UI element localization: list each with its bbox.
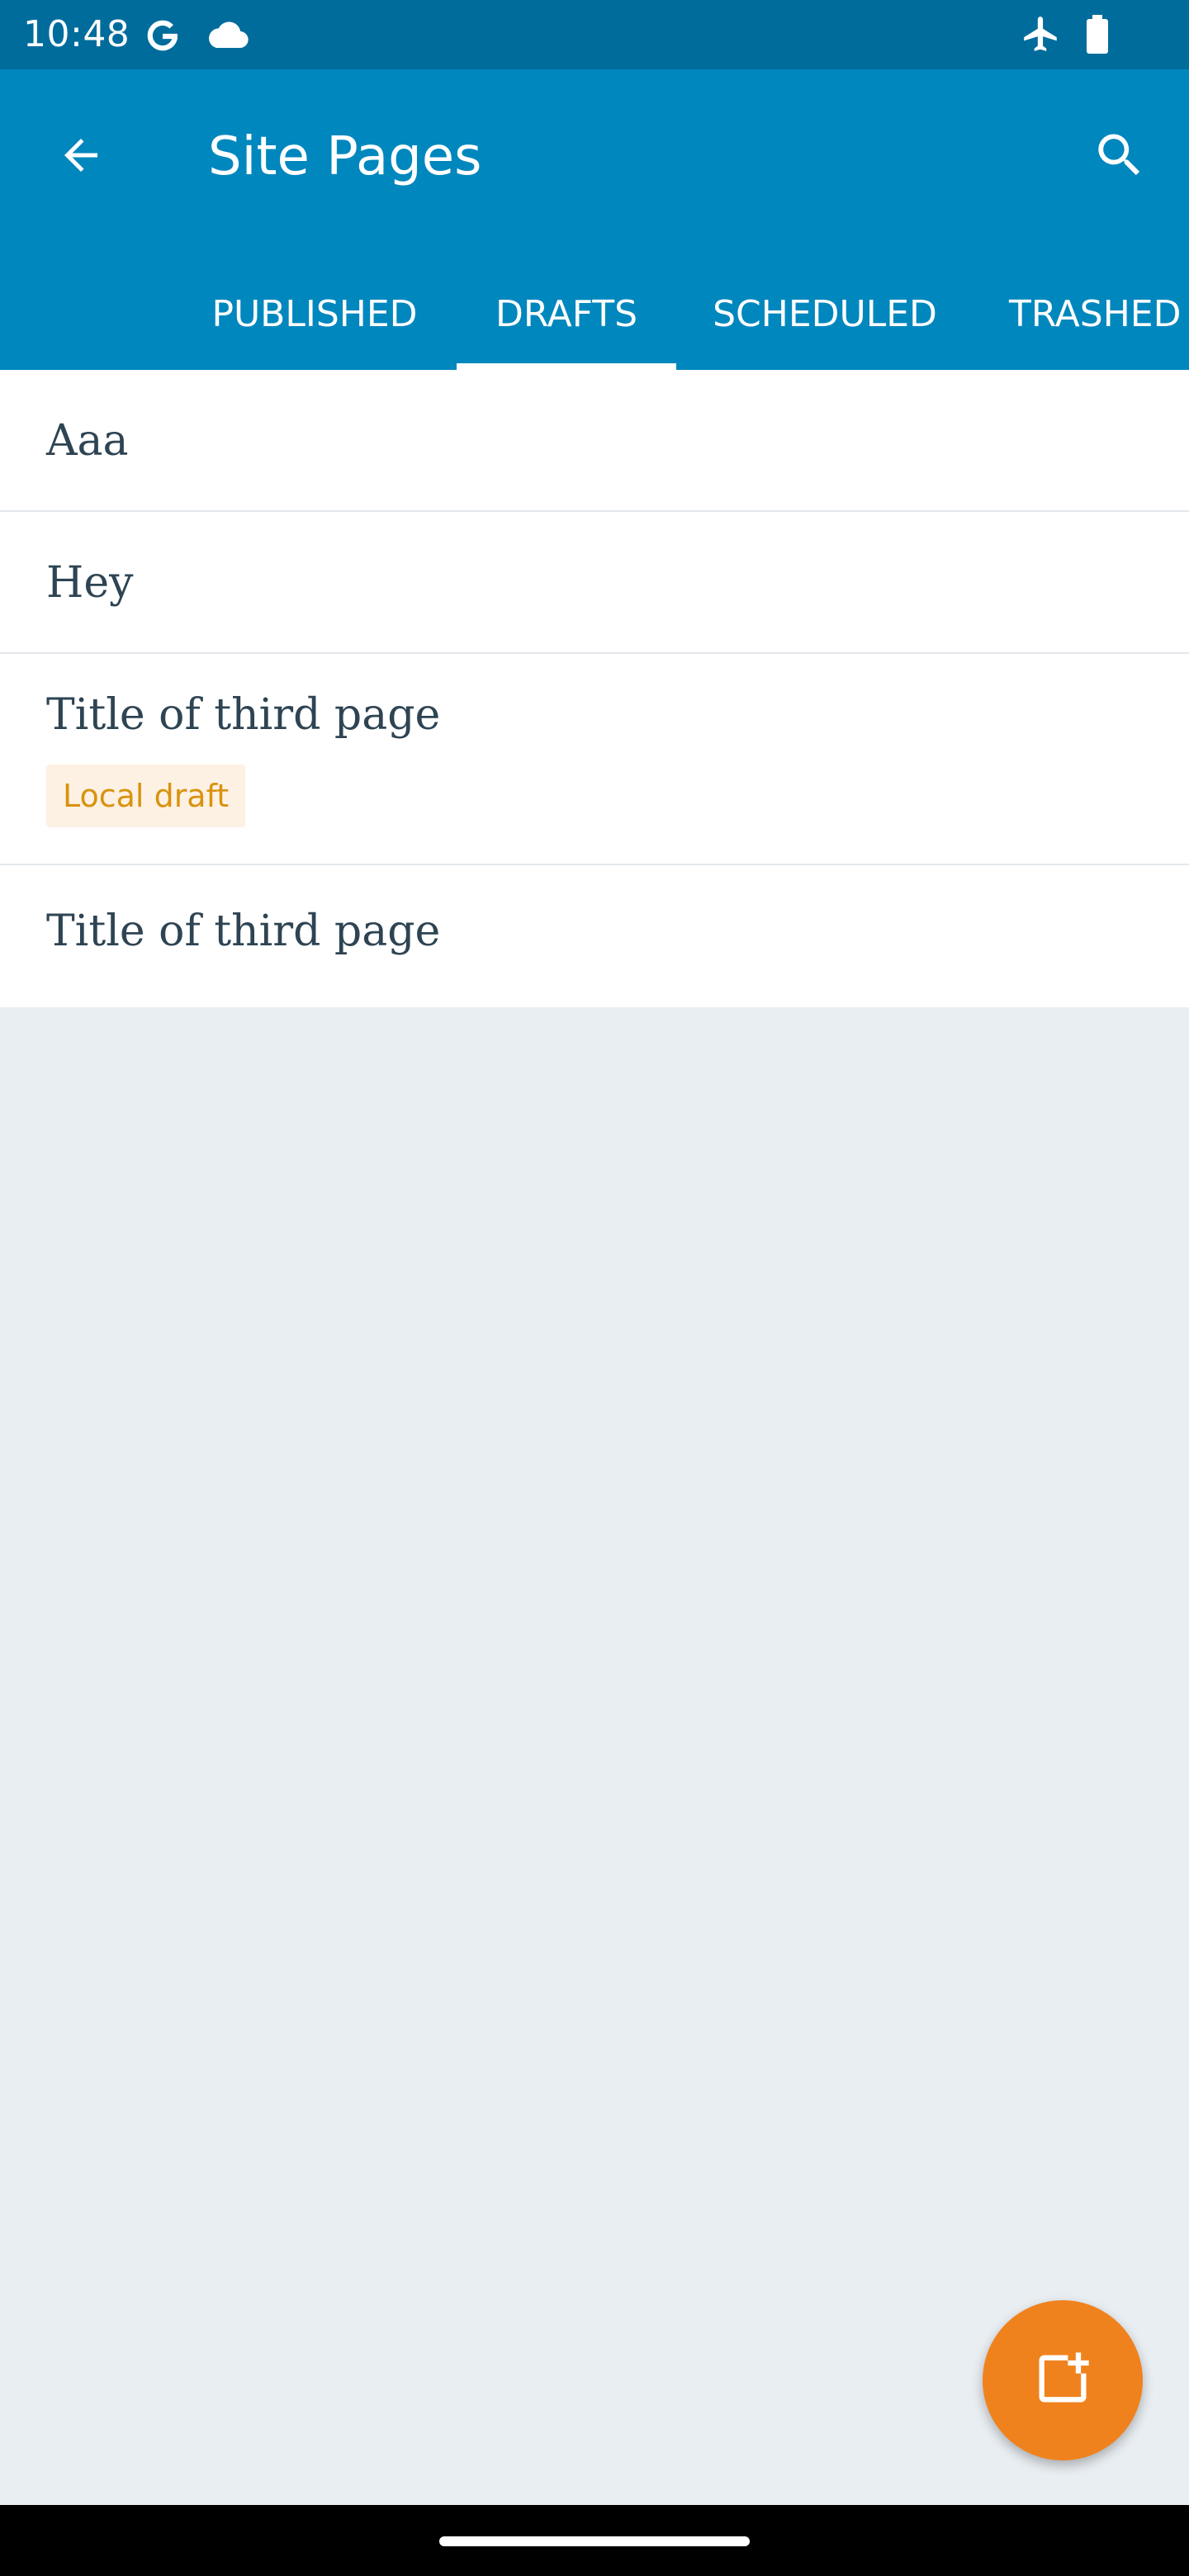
tab-bar: PUBLISHED DRAFTS SCHEDULED TRASHED xyxy=(0,258,1189,370)
cloud-icon xyxy=(205,18,251,55)
tab-scheduled[interactable]: SCHEDULED xyxy=(694,258,956,370)
list-item[interactable]: Title of third page Local draft xyxy=(0,654,1189,865)
list-item[interactable]: Aaa xyxy=(0,370,1189,512)
home-indicator[interactable] xyxy=(439,2536,750,2546)
status-bar: 10:48 xyxy=(0,0,1189,69)
page-item-title: Hey xyxy=(46,558,134,608)
google-icon xyxy=(142,15,183,60)
search-icon xyxy=(1092,127,1148,187)
tab-drafts[interactable]: DRAFTS xyxy=(457,258,676,370)
local-draft-badge: Local draft xyxy=(46,765,246,827)
pages-list: Aaa Hey Title of third page Local draft … xyxy=(0,370,1189,1007)
add-page-icon xyxy=(1031,2347,1094,2414)
list-item[interactable]: Title of third page xyxy=(0,865,1189,1007)
page-item-title: Title of third page xyxy=(46,907,441,956)
app-bar: Site Pages PUBLISHED DRAFTS SCHEDULED TR… xyxy=(0,69,1189,370)
page-item-title: Aaa xyxy=(46,416,129,466)
tab-published[interactable]: PUBLISHED xyxy=(187,258,443,370)
back-button[interactable] xyxy=(41,117,121,197)
status-time: 10:48 xyxy=(23,13,130,55)
tab-trashed[interactable]: TRASHED xyxy=(988,258,1189,370)
arrow-back-icon xyxy=(56,130,106,184)
list-item[interactable]: Hey xyxy=(0,512,1189,654)
airplane-mode-icon xyxy=(1021,13,1062,59)
add-page-button[interactable] xyxy=(983,2300,1143,2460)
search-button[interactable] xyxy=(1080,117,1159,197)
page-item-title: Title of third page xyxy=(46,690,441,740)
selected-tab-indicator xyxy=(457,363,676,370)
battery-icon xyxy=(1085,15,1110,59)
site-pages-screen: 10:48 Site Pages PUBLISHED DRAFTS SCHEDU… xyxy=(0,0,1189,2576)
page-title: Site Pages xyxy=(208,126,482,187)
